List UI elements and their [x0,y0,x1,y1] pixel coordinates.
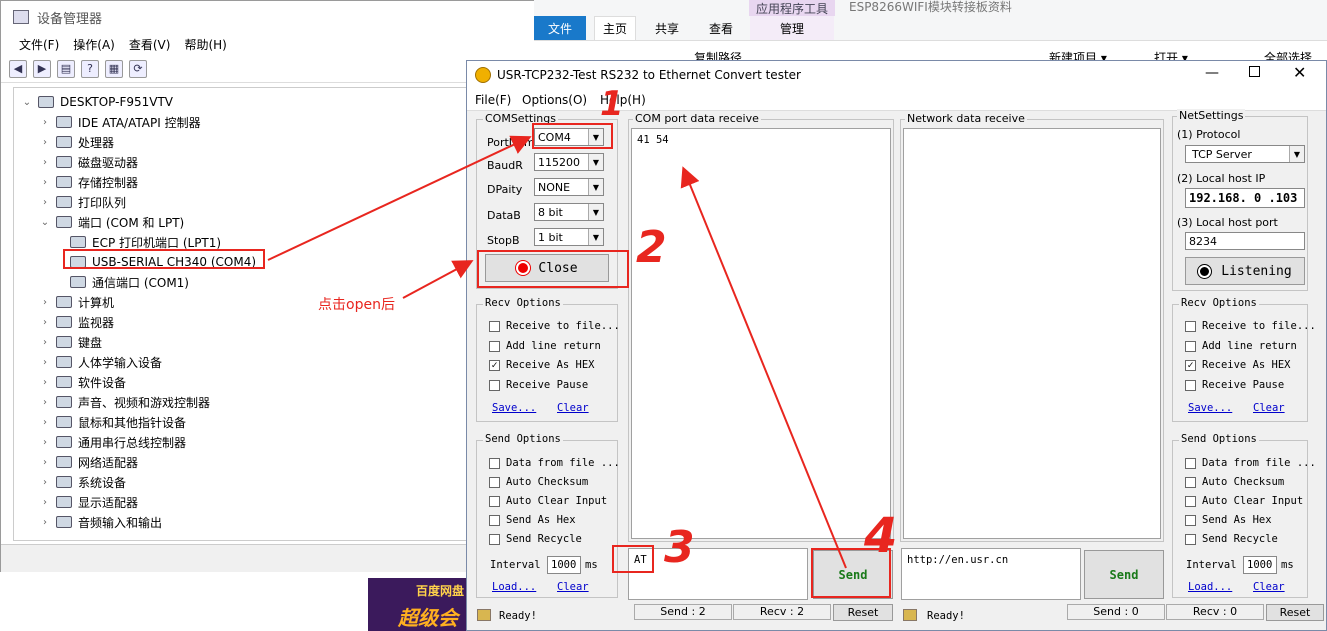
arrow-to-receive-data [680,166,847,569]
annotation-arrows [267,135,847,569]
arrow-to-close-button [402,260,474,299]
arrow-to-portnum [267,135,532,261]
